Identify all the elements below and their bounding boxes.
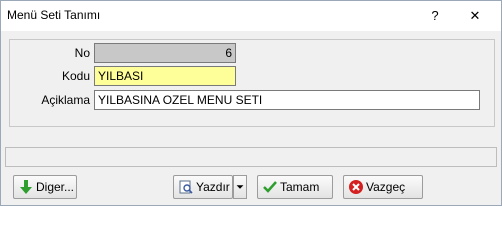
close-button[interactable]: ✕ xyxy=(465,7,485,25)
title-bar: Menü Seti Tanımı ? ✕ xyxy=(1,1,501,31)
aciklama-label: Açiklama xyxy=(41,93,90,107)
window-title: Menü Seti Tanımı xyxy=(7,8,101,22)
print-preview-icon xyxy=(179,180,193,194)
dialog-window: Menü Seti Tanımı ? ✕ No 6 Kodu YILBASI A… xyxy=(0,0,502,206)
kodu-input[interactable]: YILBASI xyxy=(94,66,236,86)
yazdir-button[interactable]: Yazdır xyxy=(173,175,233,199)
chevron-down-icon xyxy=(236,185,244,189)
yazdir-dropdown-button[interactable] xyxy=(233,175,247,199)
yazdir-button-label: Yazdır xyxy=(196,180,230,194)
aciklama-input[interactable]: YILBASINA OZEL MENU SETI xyxy=(94,90,480,110)
tamam-button[interactable]: Tamam xyxy=(257,175,333,199)
red-cancel-icon xyxy=(349,180,363,194)
diger-button-label: Diger... xyxy=(36,180,75,194)
vazgec-button[interactable]: Vazgeç xyxy=(343,175,423,199)
green-down-arrow-icon xyxy=(20,180,32,194)
vazgec-button-label: Vazgeç xyxy=(366,180,406,194)
help-button[interactable]: ? xyxy=(425,7,445,25)
form-panel: No 6 Kodu YILBASI Açiklama YILBASINA OZE… xyxy=(9,39,495,127)
diger-button[interactable]: Diger... xyxy=(13,175,77,199)
no-label: No xyxy=(74,46,90,60)
tamam-button-label: Tamam xyxy=(280,180,320,194)
status-bar xyxy=(5,147,497,167)
green-check-icon xyxy=(263,181,277,193)
no-field: 6 xyxy=(94,43,236,63)
kodu-label: Kodu xyxy=(61,69,90,83)
